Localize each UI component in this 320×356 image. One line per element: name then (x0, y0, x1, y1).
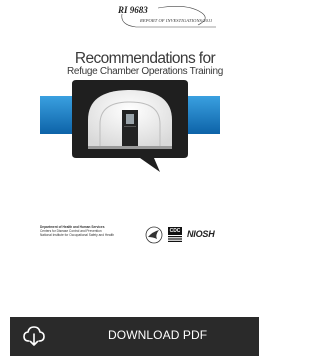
report-number-block: RI 9683 REPORT OF INVESTIGATIONS/2011 (118, 5, 218, 39)
agency-institute: National Institute for Occupational Safe… (40, 232, 115, 237)
download-icon-box[interactable] (10, 317, 56, 356)
cdc-logo: CDC (168, 227, 182, 242)
cdc-stripes-icon (168, 236, 182, 242)
agency-credits: Department of Health and Human Services … (40, 225, 120, 237)
report-number: RI 9683 (118, 5, 148, 15)
cloud-download-icon[interactable] (22, 324, 46, 348)
cover-subtitle: Refuge Chamber Operations Training (66, 66, 223, 77)
download-pdf-button[interactable]: DOWNLOAD PDF (10, 317, 259, 356)
download-button-label[interactable]: DOWNLOAD PDF (108, 328, 207, 342)
report-series: REPORT OF INVESTIGATIONS/2011 (140, 18, 213, 23)
hhs-eagle-icon (145, 226, 163, 244)
refuge-chamber-speech-bubble-icon (40, 80, 220, 172)
document-cover: RI 9683 REPORT OF INVESTIGATIONS/2011 Re… (0, 0, 259, 300)
niosh-logo: NIOSH (187, 229, 215, 239)
agency-logos: CDC NIOSH (144, 226, 234, 246)
cdc-logo-text: CDC (168, 227, 182, 235)
